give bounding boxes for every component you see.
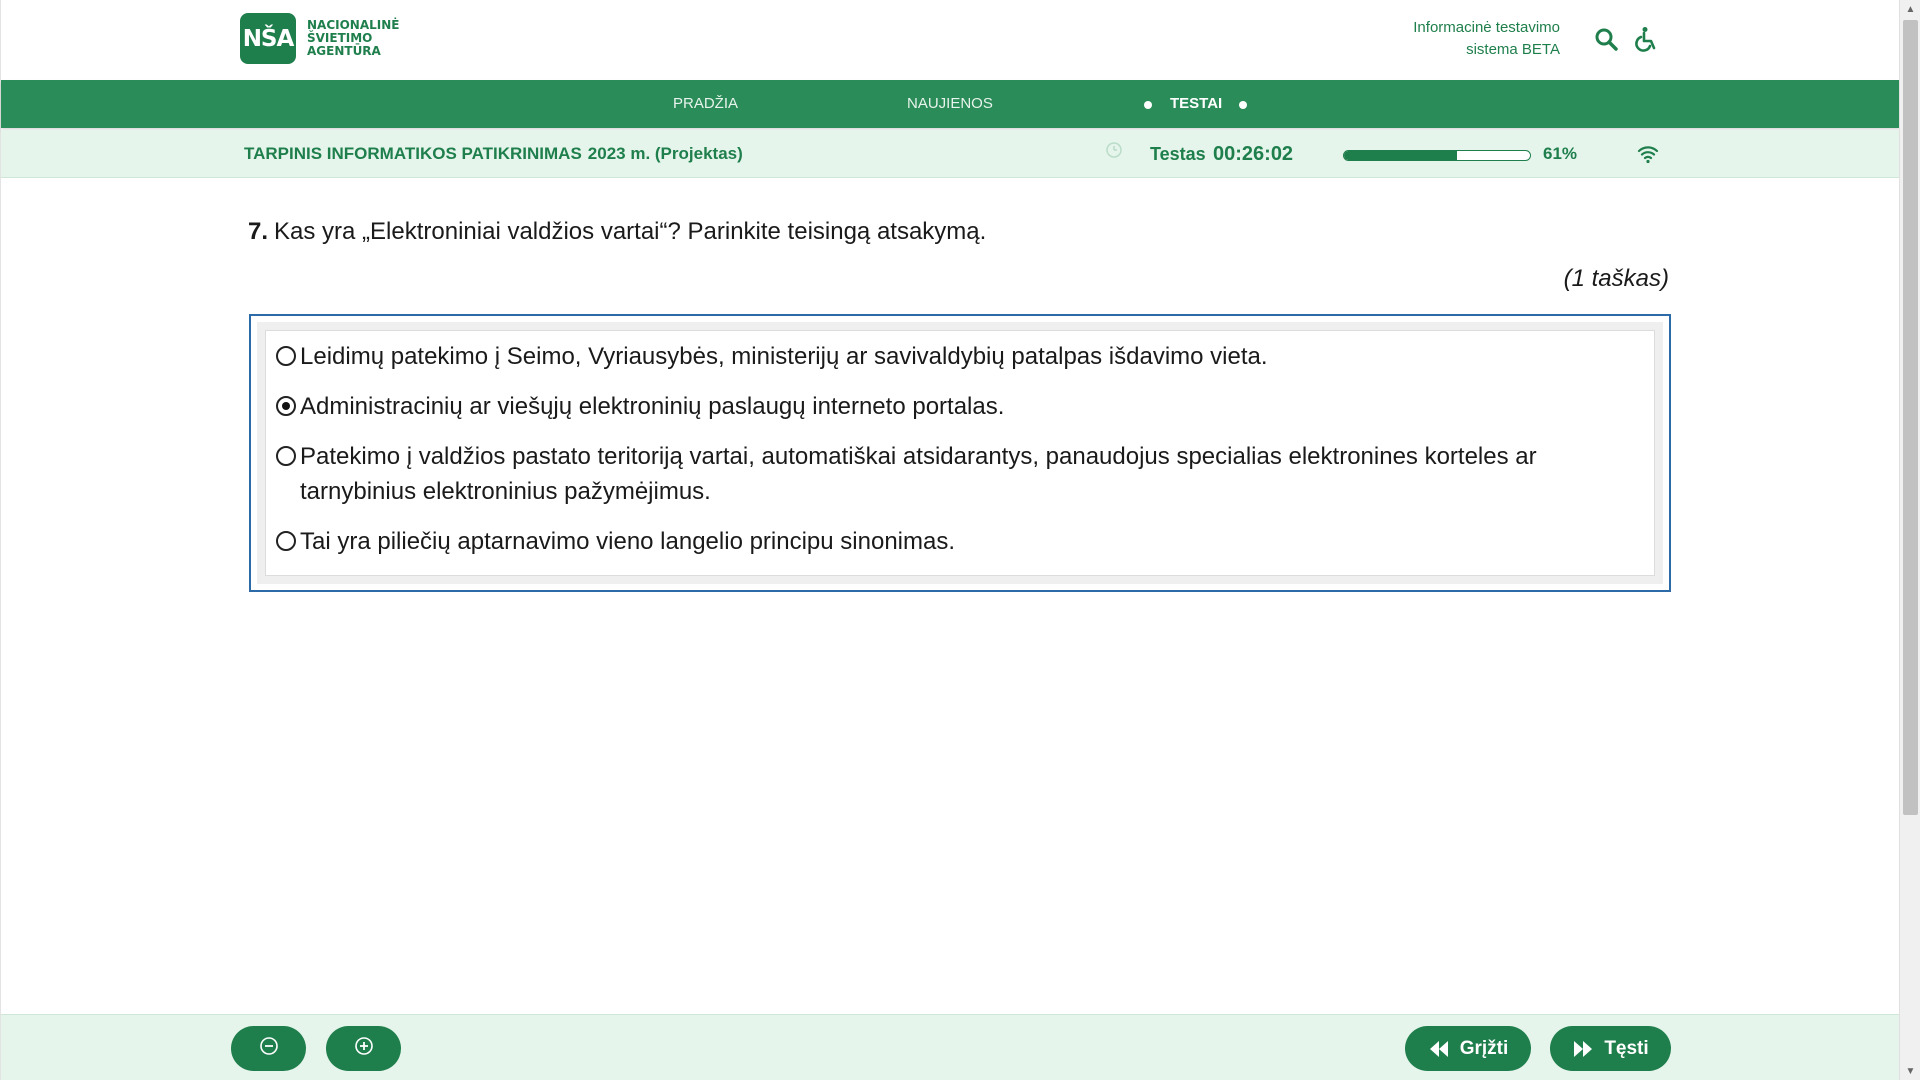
search-icon[interactable] [1592, 25, 1620, 53]
question-body: Kas yra „Elektroniniai valdžios vartai“?… [274, 218, 987, 245]
system-title-line2: sistema BETA [1466, 41, 1560, 58]
zoom-in-icon [354, 1036, 374, 1061]
system-title-line1: Informacinė testavimo [1413, 19, 1560, 36]
double-arrow-right-icon [1574, 1040, 1593, 1057]
timer-label: Testas [1150, 144, 1206, 164]
wifi-icon [1637, 144, 1659, 164]
logo-mark: NŠA [240, 13, 296, 64]
accessibility-icon[interactable] [1632, 25, 1660, 53]
main-nav: PRADŽIA NAUJIENOS TESTAI [1, 80, 1900, 128]
answer-option[interactable]: Patekimo į valdžios pastato teritoriją v… [276, 439, 1644, 509]
back-button-label: Grįžti [1459, 1037, 1509, 1059]
answer-option[interactable]: Administracinių ar viešųjų elektroninių … [276, 389, 1644, 424]
clock-icon [1105, 141, 1123, 159]
test-title-year: 2023 m. (Projektas) [587, 144, 743, 163]
back-button[interactable]: Grįžti [1405, 1026, 1531, 1071]
answer-option-text: Leidimų patekimo į Seimo, Vyriausybės, m… [300, 343, 1268, 370]
footer-bar: Grįžti Tęsti [1, 1014, 1900, 1080]
progress-bar-fill [1344, 151, 1458, 160]
question-text: 7. Kas yra „Elektroniniai valdžios vartai… [248, 218, 986, 246]
test-title: TARPINIS INFORMATIKOS PATIKRINIMAS 2023 m… [244, 130, 743, 178]
zoom-in-button[interactable] [326, 1026, 401, 1071]
zoom-out-button[interactable] [231, 1026, 306, 1071]
radio-button[interactable] [276, 446, 296, 466]
zoom-out-icon [259, 1036, 279, 1061]
answer-options-list: Leidimų patekimo į Seimo, Vyriausybės, m… [265, 330, 1655, 576]
system-title: Informacinė testavimo sistema BETA [1413, 17, 1560, 61]
header-tools: Informacinė testavimo sistema BETA [1413, 17, 1660, 61]
answer-option-text: Patekimo į valdžios pastato teritoriją v… [300, 443, 1537, 505]
header: NŠA NACIONALINĖ ŠVIETIMO AGENTŪRA Inform… [1, 0, 1900, 80]
timer-value: 00:26:02 [1213, 143, 1294, 165]
test-title-name: TARPINIS INFORMATIKOS PATIKRINIMAS [244, 144, 582, 163]
nsa-logo[interactable]: NŠA NACIONALINĖ ŠVIETIMO AGENTŪRA [240, 13, 399, 64]
radio-button-selected[interactable] [276, 396, 296, 416]
answer-option[interactable]: Tai yra piliečių aptarnavimo vieno lange… [276, 524, 1644, 559]
double-arrow-left-icon [1429, 1040, 1448, 1057]
logo-text: NACIONALINĖ ŠVIETIMO AGENTŪRA [307, 19, 399, 58]
question-points: (1 taškas) [1563, 265, 1669, 292]
nav-active-dot-right [1239, 101, 1247, 109]
vertical-scrollbar[interactable]: ▲ ▼ [1899, 0, 1920, 1080]
radio-button[interactable] [276, 346, 296, 366]
scrollbar-thumb[interactable] [1903, 20, 1918, 815]
answer-options-frame: Leidimų patekimo į Seimo, Vyriausybės, m… [257, 322, 1663, 584]
answer-option-text: Tai yra piliečių aptarnavimo vieno lange… [300, 528, 956, 555]
answer-option[interactable]: Leidimų patekimo į Seimo, Vyriausybės, m… [276, 339, 1644, 374]
nav-active-dot-left [1144, 101, 1152, 109]
logo-line: AGENTŪRA [307, 44, 381, 58]
answer-option-text: Administracinių ar viešųjų elektroninių … [300, 393, 1005, 420]
radio-button[interactable] [276, 531, 296, 551]
nav-item-pradzia[interactable]: PRADŽIA [673, 80, 738, 128]
test-status-bar: TARPINIS INFORMATIKOS PATIKRINIMAS 2023 m… [1, 130, 1900, 178]
page: NŠA NACIONALINĖ ŠVIETIMO AGENTŪRA Inform… [0, 0, 1900, 1080]
scroll-down-arrow-icon[interactable]: ▼ [1900, 1062, 1920, 1080]
question-number: 7. [248, 218, 269, 245]
progress-percent: 61% [1543, 144, 1578, 163]
answer-options-box: Leidimų patekimo į Seimo, Vyriausybės, m… [249, 314, 1671, 592]
next-button-label: Tęsti [1604, 1037, 1649, 1059]
nav-item-naujienos[interactable]: NAUJIENOS [907, 80, 993, 128]
next-button[interactable]: Tęsti [1550, 1026, 1671, 1071]
nav-item-testai[interactable]: TESTAI [1170, 80, 1222, 128]
progress-bar [1343, 150, 1531, 161]
scroll-up-arrow-icon[interactable]: ▲ [1900, 0, 1920, 18]
